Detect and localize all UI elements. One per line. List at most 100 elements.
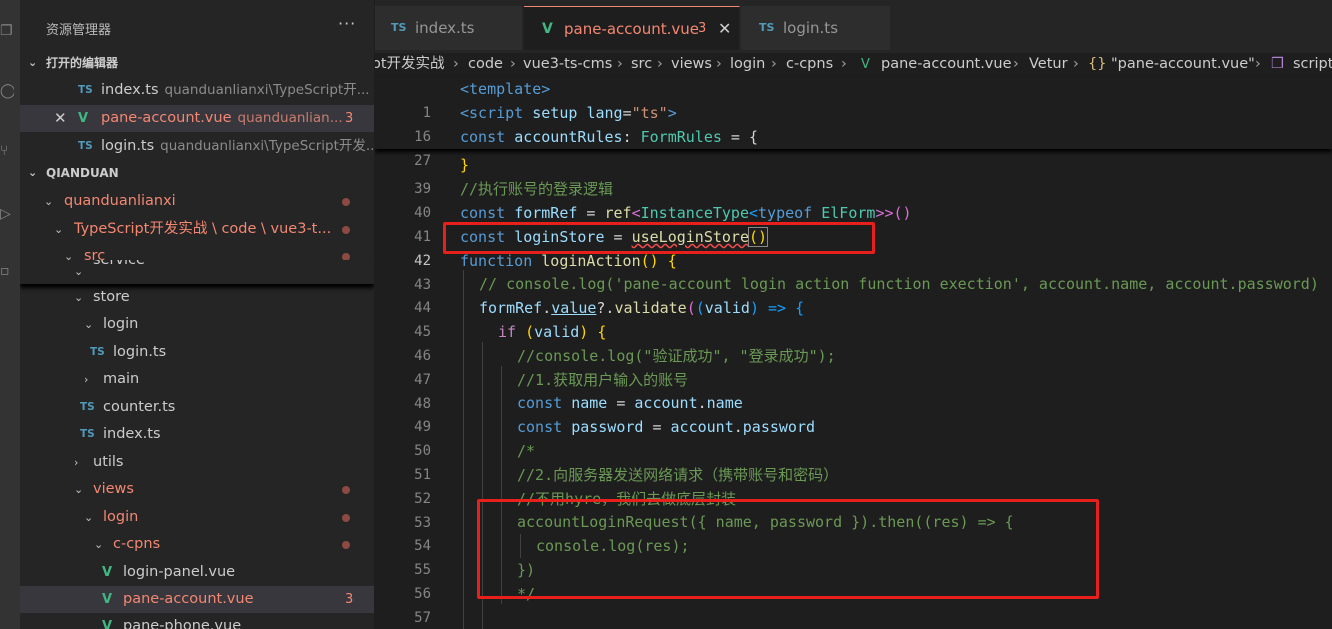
breadcrumb-vetur[interactable]: Vetur	[1029, 53, 1068, 76]
code-line[interactable]: 1 <template>	[375, 77, 1332, 121]
code-line[interactable]: 48 //1.获取用户输入的账号	[375, 368, 1332, 412]
tree-folder[interactable]: ⌄ login	[20, 504, 374, 531]
breadcrumb-item[interactable]: c-cpns	[786, 53, 833, 76]
tree-file[interactable]: TS login.ts	[20, 339, 374, 366]
chevron-down-icon: ⌄	[74, 483, 84, 496]
tree-folder[interactable]: ⌄ service	[20, 260, 374, 284]
open-editor-item[interactable]: TS index.ts quanduanlianxi\TypeScript开...	[20, 77, 374, 104]
problem-count-badge: 3	[698, 21, 707, 36]
braces-icon: {}	[1088, 56, 1107, 72]
code-line[interactable]: 47 //console.log("验证成功", "登录成功");	[375, 344, 1332, 388]
code-line[interactable]: 50 const password = account.password	[375, 415, 1332, 459]
tree-folder[interactable]: › main	[20, 366, 374, 393]
tree-file[interactable]: V login-panel.vue	[20, 559, 374, 586]
source-control-icon[interactable]: ⑂	[0, 142, 14, 160]
breadcrumb-item[interactable]: code	[468, 53, 503, 76]
tree-folder-name: login	[103, 509, 139, 525]
tree-folder[interactable]: ⌄ store	[20, 284, 374, 311]
breadcrumb-item[interactable]: src	[631, 53, 652, 76]
code-line[interactable]: 51 /*	[375, 439, 1332, 483]
breadcrumb-item[interactable]: vue3-ts-cms	[523, 53, 612, 76]
editor-tabs: TS index.ts V pane-account.vue 3 ✕ TS lo…	[375, 0, 1332, 53]
tree-folder[interactable]: › utils	[20, 449, 374, 476]
workspace-header[interactable]: ⌄ QIANDUAN	[20, 162, 374, 184]
code-line[interactable]: 44 // console.log('pane-account login ac…	[375, 272, 1332, 316]
tree-folder-name: quanduanlianxi	[64, 193, 176, 209]
breadcrumb-separator: ›	[1073, 56, 1079, 72]
sidebar-title: 资源管理器	[46, 23, 112, 38]
vue-file-icon: V	[102, 565, 113, 580]
breadcrumb-script[interactable]: script	[1293, 53, 1332, 76]
open-editor-name: pane-account.vue	[101, 110, 232, 126]
vue-file-icon: V	[78, 111, 89, 126]
breadcrumb-item[interactable]: views	[671, 53, 712, 76]
modified-dot	[342, 486, 350, 494]
tree-folder[interactable]: ⌄ quanduanlianxi	[20, 188, 374, 215]
code-line[interactable]: 43 function loginAction() {	[375, 249, 1332, 293]
code-line[interactable]: 57 */	[375, 582, 1332, 626]
breadcrumb-item[interactable]: ot开发实战	[375, 53, 445, 76]
run-debug-icon[interactable]: ▷	[0, 205, 14, 223]
breadcrumb-file[interactable]: pane-account.vue	[881, 53, 1012, 76]
open-editor-item[interactable]: TS login.ts quanduanlianxi\TypeScript开发..…	[20, 133, 374, 160]
chevron-right-icon: ›	[74, 456, 79, 469]
modified-dot	[342, 226, 350, 234]
code-line[interactable]: 27 const accountRules: FormRules = {	[375, 125, 1332, 169]
typescript-file-icon: TS	[80, 428, 95, 440]
tree-file-active[interactable]: V pane-account.vue 3	[20, 586, 374, 613]
typescript-file-icon: TS	[78, 140, 93, 152]
tree-folder[interactable]: ⌄ TypeScript开发实战 \ code \ vue3-t...	[20, 216, 374, 243]
tree-file[interactable]: V pane-phone.vue	[20, 613, 374, 629]
code-line[interactable]: 55 console.log(res);	[375, 534, 1332, 578]
more-actions-icon[interactable]: ···	[338, 14, 356, 33]
search-icon[interactable]: ◯	[0, 82, 14, 100]
chevron-down-icon: ⌄	[44, 195, 54, 208]
code-line[interactable]: 39 }	[375, 153, 1332, 197]
code-line[interactable]: 53 //不用hyre，我们去做底层封装	[375, 487, 1332, 531]
code-line[interactable]: 49 const name = account.name	[375, 391, 1332, 435]
code-line[interactable]: 16 <script setup lang="ts">	[375, 101, 1332, 145]
typescript-file-icon: TS	[80, 401, 95, 413]
open-editor-item-active[interactable]: ✕ V pane-account.vue quanduanlian... 3	[20, 105, 374, 132]
code-line[interactable]: 40 //执行账号的登录逻辑	[375, 177, 1332, 221]
code-line[interactable]: 58	[375, 605, 1332, 629]
explorer-icon[interactable]: ❐	[0, 22, 14, 40]
close-icon[interactable]: ✕	[54, 105, 67, 132]
tab-label: pane-account.vue	[564, 20, 699, 38]
close-icon[interactable]: ✕	[718, 7, 731, 51]
tab-login-ts[interactable]: TS login.ts	[741, 6, 891, 50]
vue-file-icon: V	[542, 21, 553, 37]
tree-file-name: pane-phone.vue	[123, 618, 242, 629]
code-line[interactable]: 41 const formRef = ref<InstanceType<type…	[375, 201, 1332, 245]
code-line-current[interactable]: 42 const loginStore = useLoginStore()	[375, 225, 1332, 269]
tree-folder-name: main	[103, 371, 140, 387]
tab-label: login.ts	[783, 19, 839, 37]
problem-count-badge: 3	[345, 111, 354, 126]
tree-folder[interactable]: ⌄ login	[20, 311, 374, 338]
breadcrumb-scope[interactable]: "pane-account.vue"	[1111, 53, 1255, 76]
tree-folder-name: utils	[93, 454, 124, 470]
tree-folder[interactable]: ⌄ c-cpns	[20, 531, 374, 558]
tree-file[interactable]: TS counter.ts	[20, 394, 374, 421]
chevron-down-icon: ⌄	[28, 166, 38, 179]
open-editor-path: quanduanlianxi\TypeScript开...	[164, 82, 370, 98]
tree-file[interactable]: TS index.ts	[20, 421, 374, 448]
code-line[interactable]: 45 formRef.value?.validate((valid) => {	[375, 296, 1332, 340]
code-line[interactable]: 52 //2.向服务器发送网络请求（携带账号和密码）	[375, 463, 1332, 507]
chevron-down-icon: ⌄	[74, 291, 84, 304]
code-line[interactable]: 46 if (valid) {	[375, 320, 1332, 364]
code-line[interactable]: 54 accountLoginRequest({ name, password …	[375, 510, 1332, 554]
breadcrumb-separator: ›	[510, 56, 516, 72]
open-editors-header[interactable]: ⌄ 打开的编辑器	[20, 52, 374, 74]
open-editors-label: 打开的编辑器	[46, 56, 119, 70]
tab-index-ts[interactable]: TS index.ts	[375, 6, 523, 50]
vue-file-icon: V	[861, 57, 870, 72]
tree-folder-name: store	[93, 289, 130, 305]
tree-folder[interactable]: ⌄ views	[20, 476, 374, 503]
extensions-icon[interactable]: ▫	[0, 262, 14, 280]
breadcrumb-item[interactable]: login	[730, 53, 765, 76]
chevron-down-icon: ⌄	[28, 56, 38, 69]
code-line[interactable]: 56 })	[375, 558, 1332, 602]
vue-file-icon: V	[102, 592, 113, 607]
tab-pane-account-vue[interactable]: V pane-account.vue 3 ✕	[524, 6, 740, 50]
